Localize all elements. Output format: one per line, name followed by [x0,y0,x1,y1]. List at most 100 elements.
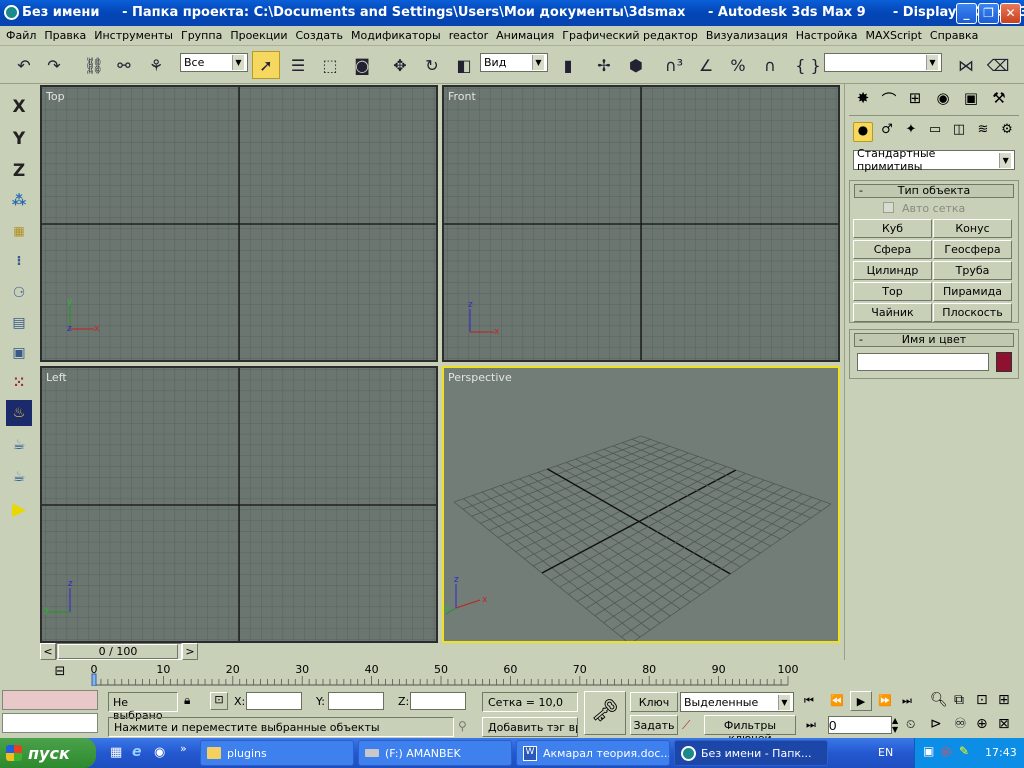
quicklaunch-ie-icon[interactable]: e [132,744,142,760]
object-button-1[interactable]: Конус [933,219,1012,238]
window-crossing-icon[interactable]: ◙ [348,51,376,79]
viewport-label[interactable]: Front [448,90,476,103]
quicklaunch-more-icon[interactable]: » [180,742,187,755]
teapot-window-icon[interactable]: ☕ [6,432,32,458]
time-slider-thumb[interactable]: 0 / 100 [58,644,178,659]
menu-tools[interactable]: Инструменты [90,26,177,45]
systems-icon[interactable]: ⚙ [997,122,1017,142]
rope-icon[interactable]: ⁝ [6,248,32,274]
play-icon[interactable]: ▶ [850,691,872,711]
name-color-header[interactable]: - Имя и цвет [854,333,1014,347]
fracture-icon[interactable]: ⁙ [6,370,32,396]
field-of-view-icon[interactable]: ⊳ [930,716,942,732]
add-time-tag-button[interactable]: Добавить тэг врем [482,717,578,737]
taskbar-item-drive[interactable]: (F:) AMANBEK [358,740,512,766]
key-filters-button[interactable]: Фильтры ключей [704,715,796,745]
viewport-label[interactable]: Left [46,371,67,384]
absolute-mode-icon[interactable]: ⊡ [210,692,228,710]
unlink-icon[interactable]: ⚯ [110,51,138,79]
current-frame-marker[interactable] [91,673,97,686]
tray-network-icon[interactable]: ▣ [923,744,934,758]
taskbar-item-3dsmax[interactable]: Без имени - Папк... [674,740,828,766]
mirror-icon[interactable]: ⋈ [952,51,980,79]
named-selection-icon[interactable]: { } [794,51,822,79]
object-color-swatch[interactable] [996,352,1012,372]
spring-icon[interactable]: ▤ [6,310,32,336]
viewport-label[interactable]: Top [46,90,65,103]
bind-space-warp-icon[interactable]: ⚘ [142,51,170,79]
object-type-header[interactable]: - Тип объекта [854,184,1014,198]
object-button-6[interactable]: Тор [853,282,932,301]
object-button-2[interactable]: Сфера [853,240,932,259]
time-slider-prev-button[interactable]: < [40,643,56,660]
key-mode-toggle-icon[interactable]: ⏭ [806,718,816,732]
start-button[interactable]: пуск [0,738,96,768]
geometry-icon[interactable]: ● [853,122,873,142]
next-frame-icon[interactable]: ⏩ [878,694,892,707]
undo-icon[interactable]: ↶ [10,51,38,79]
menu-create[interactable]: Создать [292,26,348,45]
shapes-icon[interactable]: ♂ [877,122,897,142]
select-by-name-icon[interactable]: ☰ [284,51,312,79]
link-icon[interactable]: ⛓ [80,51,108,79]
cameras-icon[interactable]: ▭ [925,122,945,142]
rectangular-region-icon[interactable]: ⬚ [316,51,344,79]
taskbar-item-plugins[interactable]: plugins [200,740,354,766]
spinner-snap-icon[interactable]: ∩ [756,51,784,79]
maximize-button[interactable]: ❐ [978,3,999,24]
taskbar-item-word[interactable]: W Акмарал теория.doc... [516,740,670,766]
play-preview-icon[interactable]: ▶ [6,496,32,522]
menu-group[interactable]: Группа [177,26,226,45]
keyboard-shortcut-icon[interactable]: ⬢ [622,51,650,79]
teapot-icon[interactable]: ☕ [6,464,32,490]
object-button-7[interactable]: Пирамида [933,282,1012,301]
z-coordinate-field[interactable] [410,692,466,710]
select-manipulate-icon[interactable]: ✢ [590,51,618,79]
named-selection-dropdown[interactable]: ▼ [824,53,942,72]
fire-icon[interactable]: ♨ [6,400,32,426]
frame-spinner-icon[interactable]: ▲ ▼ [892,716,898,734]
utilities-tab-icon[interactable]: ⚒ [987,89,1011,113]
menu-reactor[interactable]: reactor [445,26,492,45]
object-button-9[interactable]: Плоскость [933,303,1012,322]
pan-icon[interactable]: ♾ [954,716,967,732]
hierarchy-tab-icon[interactable]: ⊞ [903,89,927,113]
default-tangent-icon[interactable]: ⟋ [682,718,690,733]
menu-graph-editors[interactable]: Графический редактор [558,26,702,45]
quicklaunch-media-icon[interactable]: ◉ [154,745,165,760]
cloth-icon[interactable]: ▦ [6,218,32,244]
zoom-icon[interactable]: 🔍︎ [930,692,948,708]
track-bar[interactable]: ⊟ 0 10 20 30 40 50 60 70 80 90 100 [40,662,840,686]
go-to-start-icon[interactable]: ⏮ [804,694,814,708]
time-tag-icon[interactable]: ⚲ [458,719,467,733]
motion-tab-icon[interactable]: ◉ [931,89,955,113]
zoom-extents-icon[interactable]: ⊡ [976,692,988,708]
menu-edit[interactable]: Правка [40,26,90,45]
close-button[interactable]: ✕ [1000,3,1021,24]
viewport-top[interactable]: y z x Top [40,85,438,362]
menu-customize[interactable]: Настройка [792,26,862,45]
zoom-all-icon[interactable]: ⧉ [954,692,964,708]
curve-editor-icon[interactable]: ⊟ [50,664,70,682]
lights-icon[interactable]: ✦ [901,122,921,142]
rotate-icon[interactable]: ↻ [418,51,446,79]
time-slider-next-button[interactable]: > [182,643,198,660]
set-key-button[interactable]: Задать [630,715,678,735]
menu-file[interactable]: Файл [2,26,40,45]
viewport-left[interactable]: z y Left [40,366,438,643]
x-coordinate-field[interactable] [246,692,302,710]
redo-icon[interactable]: ↷ [40,51,68,79]
selection-filter-dropdown[interactable]: Все ▼ [180,53,248,72]
object-button-4[interactable]: Цилиндр [853,261,932,280]
pivot-center-icon[interactable]: ▮ [554,51,582,79]
menu-animation[interactable]: Анимация [492,26,558,45]
helpers-icon[interactable]: ◫ [949,122,969,142]
tray-antivirus-icon[interactable]: ◎ [941,744,951,758]
auto-grid-checkbox[interactable] [883,202,894,213]
category-dropdown[interactable]: Стандартные примитивы ▼ [853,147,1015,173]
current-frame-field[interactable] [828,716,892,734]
set-key-icon[interactable]: 🗝︎ [584,691,626,735]
angle-snap-icon[interactable]: ∠ [692,51,720,79]
lock-selection-icon[interactable]: 🔒︎ [184,693,190,708]
menu-modifiers[interactable]: Модификаторы [347,26,445,45]
